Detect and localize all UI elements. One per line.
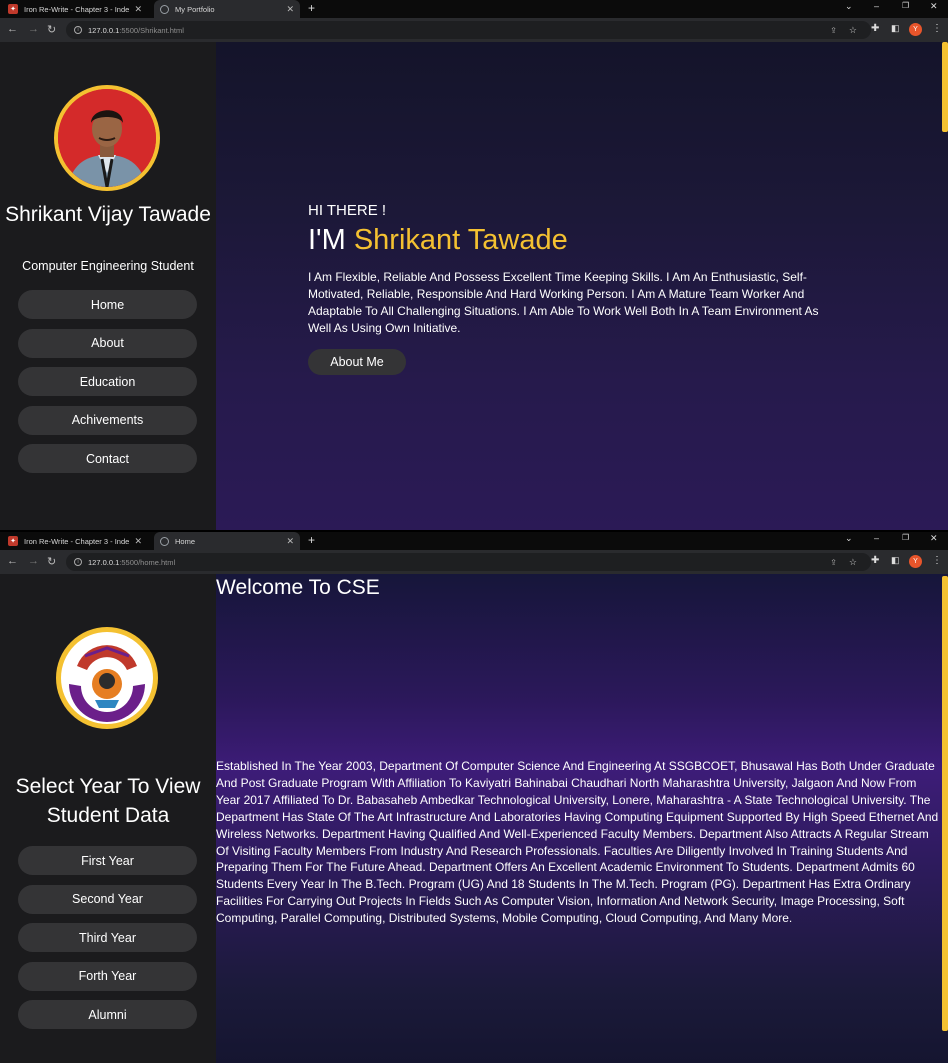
site-info-icon[interactable]: i bbox=[74, 558, 82, 566]
back-arrow-icon[interactable]: ← bbox=[7, 23, 18, 35]
sidebar: Select Year To View Student Data First Y… bbox=[0, 574, 216, 1063]
profile-avatar-icon[interactable]: Y bbox=[909, 23, 922, 36]
sidebar-heading: Select Year To View Student Data bbox=[15, 775, 201, 827]
sidebar-nav: Home About Education Achivements Contact bbox=[18, 290, 197, 483]
share-icon[interactable]: ⇪ bbox=[830, 26, 837, 35]
tab-iron-rewrite[interactable]: ✦ Iron Re-Write - Chapter 3 - Inde ✕ bbox=[2, 532, 148, 550]
new-tab-plus-icon[interactable]: + bbox=[308, 533, 315, 547]
hero-greeting: HI THERE ! bbox=[308, 202, 387, 219]
restore-icon[interactable]: ❐ bbox=[902, 1, 909, 10]
profile-avatar-icon[interactable]: Y bbox=[909, 555, 922, 568]
second-year-button[interactable]: Second Year bbox=[18, 884, 197, 914]
globe-icon bbox=[160, 536, 169, 546]
kebab-menu-icon[interactable]: ⋮ bbox=[932, 23, 942, 34]
first-year-button[interactable]: First Year bbox=[18, 846, 197, 875]
new-tab-plus-icon[interactable]: + bbox=[308, 1, 315, 15]
url-port: :5500 bbox=[119, 25, 139, 35]
site-favicon-icon: ✦ bbox=[8, 536, 18, 546]
scrollbar-thumb[interactable] bbox=[942, 576, 948, 1031]
reload-icon[interactable]: ↻ bbox=[47, 555, 56, 568]
page-title: Welcome To CSE bbox=[216, 576, 380, 599]
minimize-icon[interactable]: – bbox=[874, 1, 879, 11]
forth-year-button[interactable]: Forth Year bbox=[18, 961, 197, 991]
tab-search-chevron-icon[interactable]: ⌄ bbox=[845, 533, 853, 544]
address-bar[interactable]: i 127.0.0.1:5500/home.html ⇪ ☆ bbox=[66, 553, 871, 571]
restore-icon[interactable]: ❐ bbox=[902, 533, 909, 542]
hero-headline: I'M Shrikant Tawade bbox=[308, 224, 568, 257]
nav-about-button[interactable]: About bbox=[18, 328, 197, 358]
profile-role: Computer Engineering Student bbox=[22, 259, 194, 273]
college-logo bbox=[56, 627, 158, 729]
side-panel-icon[interactable]: ◧ bbox=[891, 23, 900, 34]
nav-contact-button[interactable]: Contact bbox=[18, 444, 197, 473]
nav-education-button[interactable]: Education bbox=[18, 367, 197, 396]
url-path: /Shrikant.html bbox=[138, 25, 184, 35]
profile-photo bbox=[54, 85, 160, 191]
tab-strip: ✦ Iron Re-Write - Chapter 3 - Inde ✕ Hom… bbox=[0, 532, 948, 550]
url-port: :5500 bbox=[119, 557, 139, 567]
tab-title: Home bbox=[175, 536, 196, 546]
hero-name: Shrikant Tawade bbox=[353, 224, 568, 256]
forward-arrow-icon[interactable]: → bbox=[28, 23, 39, 35]
tab-close-icon[interactable]: ✕ bbox=[286, 4, 294, 15]
hero-section: HI THERE ! I'M Shrikant Tawade I Am Flex… bbox=[216, 42, 948, 530]
forward-arrow-icon[interactable]: → bbox=[28, 555, 39, 567]
kebab-menu-icon[interactable]: ⋮ bbox=[932, 555, 942, 566]
third-year-button[interactable]: Third Year bbox=[18, 923, 197, 952]
tab-home[interactable]: Home ✕ bbox=[154, 532, 300, 550]
tab-my-portfolio[interactable]: My Portfolio ✕ bbox=[154, 0, 300, 18]
portfolio-window: ✦ Iron Re-Write - Chapter 3 - Inde ✕ My … bbox=[0, 0, 948, 530]
page-viewport: Select Year To View Student Data First Y… bbox=[0, 574, 948, 1063]
hero-intro: I Am Flexible, Reliable And Possess Exce… bbox=[308, 270, 819, 335]
hero-prefix: I'M bbox=[308, 224, 346, 256]
address-bar[interactable]: i 127.0.0.1:5500/Shrikant.html ⇪ ☆ bbox=[66, 21, 871, 39]
browser-toolbar: ← → ↻ i 127.0.0.1:5500/Shrikant.html ⇪ ☆… bbox=[0, 18, 948, 42]
tab-title: My Portfolio bbox=[175, 4, 215, 14]
reload-icon[interactable]: ↻ bbox=[47, 23, 56, 36]
home-window: ✦ Iron Re-Write - Chapter 3 - Inde ✕ Hom… bbox=[0, 532, 948, 1063]
cse-main: Welcome To CSE Established In The Year 2… bbox=[216, 574, 948, 1063]
site-favicon-icon: ✦ bbox=[8, 4, 18, 14]
scrollbar-thumb[interactable] bbox=[942, 42, 948, 132]
window-close-icon[interactable]: ✕ bbox=[930, 1, 938, 12]
tab-title: Iron Re-Write - Chapter 3 - Inde bbox=[24, 4, 130, 14]
year-nav: First Year Second Year Third Year Forth … bbox=[18, 846, 197, 1039]
nav-achievements-button[interactable]: Achivements bbox=[18, 405, 197, 435]
url-host: 127.0.0.1 bbox=[88, 557, 120, 567]
tab-title: Iron Re-Write - Chapter 3 - Inde bbox=[24, 536, 130, 546]
side-panel-icon[interactable]: ◧ bbox=[891, 555, 900, 566]
site-info-icon[interactable]: i bbox=[74, 26, 82, 34]
url-path: /home.html bbox=[138, 557, 176, 567]
alumni-button[interactable]: Alumni bbox=[18, 1000, 197, 1029]
back-arrow-icon[interactable]: ← bbox=[7, 555, 18, 567]
nav-home-button[interactable]: Home bbox=[18, 290, 197, 319]
bookmark-star-icon[interactable]: ☆ bbox=[849, 25, 857, 36]
tab-close-icon[interactable]: ✕ bbox=[286, 536, 294, 547]
tab-iron-rewrite[interactable]: ✦ Iron Re-Write - Chapter 3 - Inde ✕ bbox=[2, 0, 148, 18]
extensions-puzzle-icon[interactable]: ✚ bbox=[871, 555, 879, 566]
share-icon[interactable]: ⇪ bbox=[830, 558, 837, 567]
sidebar: Shrikant Vijay Tawade Computer Engineeri… bbox=[0, 42, 216, 530]
person-portrait-icon bbox=[58, 89, 156, 187]
department-description: Established In The Year 2003, Department… bbox=[216, 759, 939, 926]
tab-close-icon[interactable]: ✕ bbox=[134, 536, 142, 547]
tab-search-chevron-icon[interactable]: ⌄ bbox=[845, 1, 853, 12]
globe-icon bbox=[160, 4, 169, 14]
about-me-button[interactable]: About Me bbox=[308, 349, 406, 375]
extensions-puzzle-icon[interactable]: ✚ bbox=[871, 23, 879, 34]
tab-close-icon[interactable]: ✕ bbox=[134, 4, 142, 15]
window-close-icon[interactable]: ✕ bbox=[930, 533, 938, 544]
page-viewport: Shrikant Vijay Tawade Computer Engineeri… bbox=[0, 42, 948, 530]
tab-strip: ✦ Iron Re-Write - Chapter 3 - Inde ✕ My … bbox=[0, 0, 948, 18]
browser-toolbar: ← → ↻ i 127.0.0.1:5500/home.html ⇪ ☆ ✚ ◧… bbox=[0, 550, 948, 574]
minimize-icon[interactable]: – bbox=[874, 533, 879, 543]
profile-name: Shrikant Vijay Tawade bbox=[5, 203, 211, 226]
bookmark-star-icon[interactable]: ☆ bbox=[849, 557, 857, 568]
url-host: 127.0.0.1 bbox=[88, 25, 120, 35]
